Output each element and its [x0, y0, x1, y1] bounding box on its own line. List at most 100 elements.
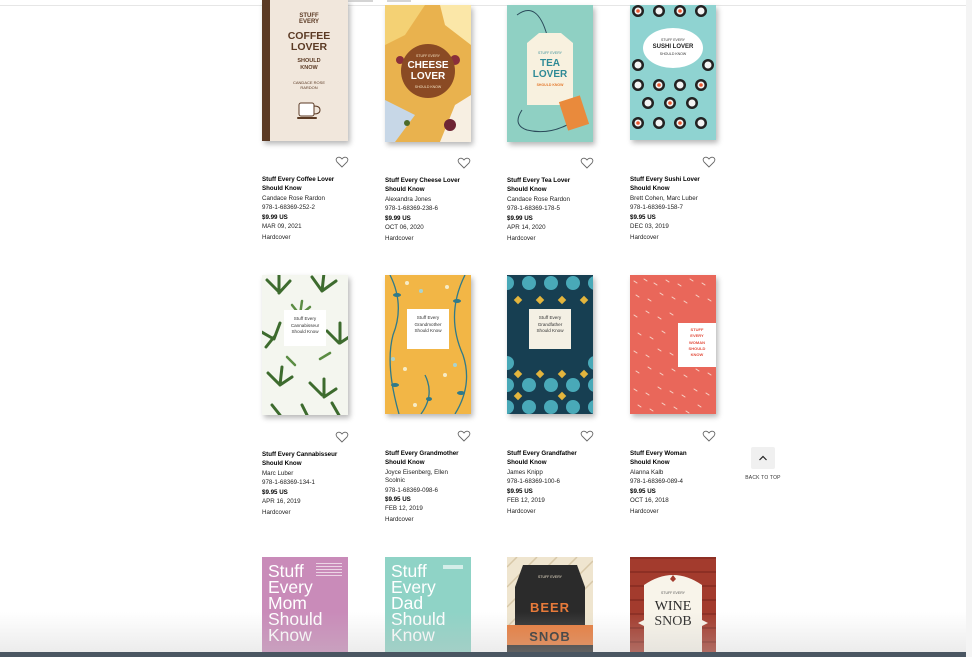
book-author[interactable]: Scolnic: [385, 476, 481, 485]
cover-text: SHOULD KNOW: [659, 52, 687, 56]
viewport-fade: [0, 612, 972, 652]
book-format: Hardcover: [385, 515, 414, 523]
book-info: Stuff Every Grandmother Should Know Joyce…: [385, 450, 481, 524]
book-author[interactable]: Candace Rose Rardon: [507, 195, 603, 204]
book-cover-beer-snob[interactable]: STUFF EVERY BEER SNOB: [507, 557, 593, 657]
book-title[interactable]: Stuff Every Cheese Lover Should Know: [385, 177, 481, 194]
book-info: Stuff Every Woman Should Know Alanna Kalb…: [630, 450, 726, 516]
book-format: Hardcover: [262, 233, 291, 241]
book-cover-wine-snob[interactable]: STUFF EVERY WINE SNOB: [630, 557, 716, 657]
cover-text: CHEESE: [407, 60, 449, 71]
book-date: DEC 03, 2019: [630, 222, 669, 230]
book-cover-cheese[interactable]: STUFF EVERY CHEESE LOVER SHOULD KNOW: [385, 5, 471, 142]
wishlist-heart-icon[interactable]: [335, 430, 349, 444]
book-format: Hardcover: [262, 508, 291, 516]
book-format: Hardcover: [507, 234, 536, 242]
coffee-cup-icon: [297, 102, 321, 119]
book-price: $9.95 US: [262, 488, 288, 496]
book-author[interactable]: James Knipp: [507, 468, 603, 477]
cover-text: BEER: [529, 600, 571, 615]
book-info: Stuff Every Grandfather Should Know James…: [507, 450, 603, 516]
book-author[interactable]: Alanna Kalb: [630, 468, 726, 477]
book-isbn: 978-1-68369-238-6: [385, 205, 438, 213]
book-cover-grandfather[interactable]: Stuff Every Grandfather Should Know: [507, 275, 593, 414]
book-cover-tea[interactable]: STUFF EVERY TEA LOVER SHOULD KNOW: [507, 5, 593, 142]
book-date: MAR 09, 2021: [262, 222, 302, 230]
book-title[interactable]: Stuff Every Grandmother Should Know: [385, 450, 481, 467]
book-isbn: 978-1-68369-178-5: [507, 205, 560, 213]
book-format: Hardcover: [630, 233, 659, 241]
cover-text: Know: [391, 625, 435, 645]
book-format: Hardcover: [630, 507, 659, 515]
cover-text: KNOW: [300, 65, 318, 71]
wishlist-heart-icon[interactable]: [580, 429, 594, 443]
book-cover-mom[interactable]: Stuff Every Mom Should Know: [262, 557, 348, 657]
cover-text: Know: [268, 625, 312, 645]
header-divider: [0, 5, 972, 6]
chevron-up-icon: [759, 455, 767, 461]
cover-text: Should Know: [291, 329, 319, 334]
book-price: $9.99 US: [507, 214, 533, 222]
floral-pattern: [389, 275, 468, 414]
book-date: FEB 12, 2019: [385, 505, 423, 512]
wishlist-heart-icon[interactable]: [457, 156, 471, 170]
cover-text: TEA: [540, 58, 560, 69]
geometric-pattern: [507, 276, 593, 414]
wishlist-heart-icon[interactable]: [580, 156, 594, 170]
wishlist-heart-icon[interactable]: [702, 155, 716, 169]
book-title[interactable]: Stuff Every Grandfather Should Know: [507, 450, 603, 467]
book-title[interactable]: Stuff Every Sushi Lover Should Know: [630, 176, 726, 193]
cover-text: STUFF EVERY: [537, 575, 563, 579]
book-date: OCT 06, 2020: [385, 223, 424, 231]
cover-text: SNOB: [529, 629, 571, 644]
book-cover-woman[interactable]: STUFF EVERY WOMAN SHOULD KNOW: [630, 275, 716, 414]
cover-text: SUSHI LOVER: [652, 44, 694, 50]
cover-text: KNOW: [690, 352, 704, 358]
book-format: Hardcover: [507, 507, 536, 515]
wishlist-heart-icon[interactable]: [335, 155, 349, 169]
cover-text: Should Know: [414, 328, 442, 333]
wishlist-heart-icon[interactable]: [457, 429, 471, 443]
wishlist-heart-icon[interactable]: [702, 429, 716, 443]
book-isbn: 978-1-68369-252-2: [262, 204, 315, 212]
back-to-top-button[interactable]: [751, 447, 775, 469]
book-isbn: 978-1-68369-158-7: [630, 204, 683, 212]
book-title[interactable]: Stuff Every Coffee Lover Should Know: [262, 176, 358, 193]
book-author[interactable]: Marc Luber: [262, 469, 358, 478]
book-price: $9.95 US: [507, 487, 533, 495]
cover-text: STUFF EVERY: [415, 54, 441, 58]
cover-text: SHOULD: [297, 58, 321, 64]
cover-text: STUFF EVERY: [537, 51, 563, 55]
cover-text: LOVER: [532, 69, 568, 80]
book-cover-cannabisseur[interactable]: Stuff Every Cannabisseur Should Know: [262, 275, 348, 415]
book-cover-coffee[interactable]: STUFF EVERY COFFEE LOVER SHOULD KNOW CAN…: [262, 0, 348, 141]
book-cover-sushi[interactable]: STUFF EVERY SUSHI LOVER SHOULD KNOW: [630, 5, 716, 140]
book-title[interactable]: Stuff Every Cannabisseur Should Know: [262, 451, 358, 468]
book-info: Stuff Every Cannabisseur Should Know Marc…: [262, 451, 358, 517]
book-isbn: 978-1-68369-134-1: [262, 479, 315, 487]
sushi-pattern: [632, 5, 714, 129]
book-cover-dad[interactable]: Stuff Every Dad Should Know: [385, 557, 471, 657]
cover-text: SNOB: [654, 614, 692, 629]
book-price: $9.99 US: [262, 213, 288, 221]
book-format: Hardcover: [385, 234, 414, 242]
book-isbn: 978-1-68369-098-6: [385, 486, 438, 494]
nav-tab-indicator: [387, 0, 411, 2]
book-isbn: 978-1-68369-089-4: [630, 478, 683, 486]
cover-text: SHOULD KNOW: [414, 85, 442, 89]
book-info: Stuff Every Tea Lover Should Know Candace…: [507, 177, 603, 243]
book-date: APR 16, 2019: [262, 497, 301, 505]
back-to-top-label[interactable]: BACK TO TOP: [738, 475, 788, 481]
cover-text: LOVER: [290, 41, 328, 53]
book-author[interactable]: Alexandra Jones: [385, 195, 481, 204]
book-info: Stuff Every Coffee Lover Should Know Cand…: [262, 176, 358, 242]
book-author[interactable]: Brett Cohen, Marc Luber: [630, 194, 726, 203]
book-cover-grandmother[interactable]: Stuff Every Grandmother Should Know: [385, 275, 471, 414]
book-title[interactable]: Stuff Every Tea Lover Should Know: [507, 177, 603, 194]
book-title[interactable]: Stuff Every Woman Should Know: [630, 450, 726, 467]
book-author[interactable]: Candace Rose Rardon: [262, 194, 358, 203]
book-price: $9.95 US: [630, 213, 656, 221]
book-date: FEB 12, 2019: [507, 496, 545, 504]
book-isbn: 978-1-68369-100-6: [507, 478, 560, 486]
page-scrollbar[interactable]: [966, 0, 972, 657]
